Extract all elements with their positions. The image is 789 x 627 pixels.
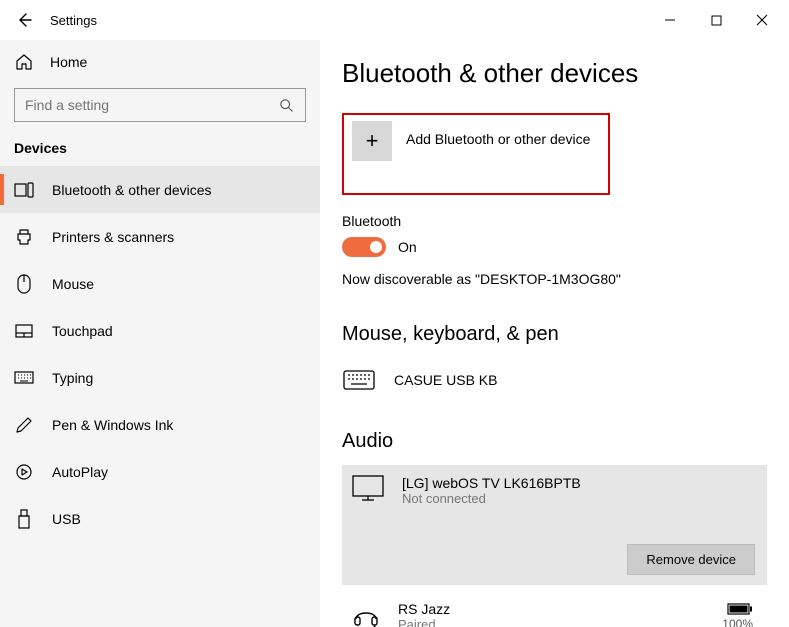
arrow-left-icon (16, 12, 32, 28)
sidebar-item-printers[interactable]: Printers & scanners (0, 213, 320, 260)
sidebar-item-label: Pen & Windows Ink (52, 417, 173, 433)
sidebar-item-mouse[interactable]: Mouse (0, 260, 320, 307)
pen-icon (14, 415, 34, 435)
sidebar-item-label: Bluetooth & other devices (52, 182, 212, 198)
bluetooth-toggle[interactable] (342, 237, 386, 257)
headset-device-status: Paired (398, 617, 450, 627)
home-label: Home (50, 54, 87, 70)
touchpad-icon (14, 321, 34, 341)
device-row-tv[interactable]: [LG] webOS TV LK616BPTB Not connected Re… (342, 465, 767, 585)
sidebar-item-autoplay[interactable]: AutoPlay (0, 448, 320, 495)
home-nav[interactable]: Home (0, 42, 320, 82)
sidebar-item-touchpad[interactable]: Touchpad (0, 307, 320, 354)
back-button[interactable] (4, 0, 44, 40)
usb-icon (14, 509, 34, 529)
mouse-keyboard-section-title: Mouse, keyboard, & pen (342, 323, 767, 346)
headset-device-name: RS Jazz (398, 601, 450, 617)
sidebar-item-label: USB (52, 511, 81, 527)
maximize-button[interactable] (693, 4, 739, 36)
battery-indicator: 100% (722, 603, 755, 627)
tv-icon (352, 475, 384, 501)
sidebar-item-label: Typing (52, 370, 93, 386)
battery-icon (727, 603, 753, 615)
sidebar: Home Devices Bluetooth & other devices (0, 40, 320, 627)
search-input[interactable] (25, 97, 277, 113)
sidebar-item-usb[interactable]: USB (0, 495, 320, 542)
tv-device-status: Not connected (402, 491, 581, 506)
remove-device-button[interactable]: Remove device (627, 544, 755, 575)
minimize-icon (664, 14, 676, 26)
search-icon (277, 98, 295, 113)
sidebar-item-typing[interactable]: Typing (0, 354, 320, 401)
close-button[interactable] (739, 4, 785, 36)
add-device-label: Add Bluetooth or other device (406, 121, 590, 147)
sidebar-item-label: Touchpad (52, 323, 113, 339)
section-label: Devices (0, 134, 320, 166)
home-icon (14, 52, 34, 72)
keyboard-icon (14, 368, 34, 388)
sidebar-item-pen[interactable]: Pen & Windows Ink (0, 401, 320, 448)
minimize-button[interactable] (647, 4, 693, 36)
toggle-knob (370, 241, 382, 253)
plus-icon: + (352, 121, 392, 161)
keyboard-device-icon (342, 368, 376, 392)
headset-icon (352, 603, 380, 627)
bluetooth-toggle-state: On (398, 239, 417, 255)
titlebar: Settings (0, 0, 789, 40)
add-device-button[interactable]: + Add Bluetooth or other device (342, 113, 610, 195)
search-box[interactable] (14, 88, 306, 122)
device-row-headset[interactable]: RS Jazz Paired 100% (342, 597, 767, 627)
audio-section-title: Audio (342, 430, 767, 453)
sidebar-item-label: Printers & scanners (52, 229, 174, 245)
tv-device-name: [LG] webOS TV LK616BPTB (402, 475, 581, 491)
mouse-icon (14, 274, 34, 294)
printer-icon (14, 227, 34, 247)
device-row-keyboard[interactable]: CASUE USB KB (342, 358, 767, 402)
autoplay-icon (14, 462, 34, 482)
main-content: Bluetooth & other devices + Add Bluetoot… (320, 40, 789, 627)
maximize-icon (711, 15, 722, 26)
bluetooth-heading: Bluetooth (342, 213, 767, 229)
sidebar-item-label: Mouse (52, 276, 94, 292)
sidebar-item-label: AutoPlay (52, 464, 108, 480)
close-icon (756, 14, 768, 26)
keyboard-device-name: CASUE USB KB (394, 372, 497, 388)
devices-icon (14, 180, 34, 200)
sidebar-item-bluetooth[interactable]: Bluetooth & other devices (0, 166, 320, 213)
battery-percent: 100% (722, 617, 753, 627)
discoverable-text: Now discoverable as "DESKTOP-1M3OG80" (342, 271, 767, 287)
page-title: Bluetooth & other devices (342, 58, 767, 89)
window-title: Settings (50, 13, 97, 28)
